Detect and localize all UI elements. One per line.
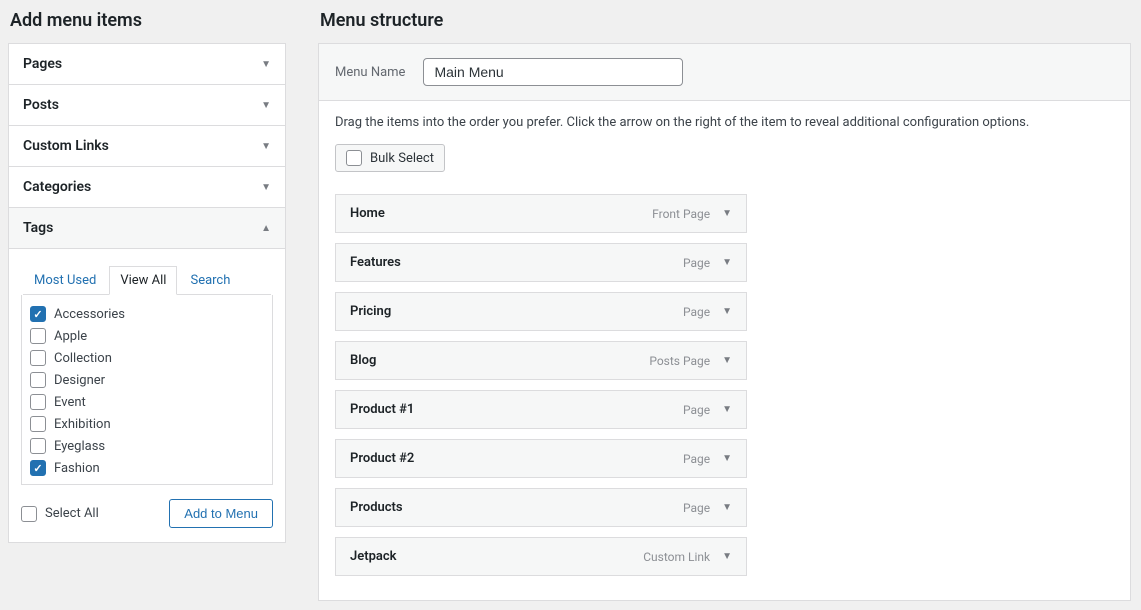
accordion-section-custom-links[interactable]: Custom Links ▼ [9, 126, 285, 166]
checkbox-icon [30, 394, 46, 410]
tag-label: Accessories [54, 307, 125, 322]
caret-down-icon: ▼ [261, 141, 271, 152]
tag-label: Event [54, 395, 86, 410]
tag-checkbox-item[interactable]: ✓ Fashion [28, 457, 266, 479]
checkbox-icon [30, 350, 46, 366]
caret-down-icon[interactable]: ▼ [722, 306, 732, 317]
menu-item-title: Products [350, 500, 403, 515]
menu-item-title: Jetpack [350, 549, 397, 564]
accordion-section-pages[interactable]: Pages ▼ [9, 44, 285, 84]
tag-checkbox-item[interactable]: Eyeglass [28, 435, 266, 457]
checkbox-icon [21, 506, 37, 522]
menu-item[interactable]: Features Page ▼ [335, 243, 747, 282]
caret-down-icon[interactable]: ▼ [722, 551, 732, 562]
accordion-label: Posts [23, 97, 59, 113]
checkbox-icon [346, 150, 362, 166]
add-menu-items-title: Add menu items [8, 10, 286, 31]
menu-item-type: Page [683, 501, 710, 515]
tag-label: Collection [54, 351, 112, 366]
menu-item[interactable]: Products Page ▼ [335, 488, 747, 527]
caret-down-icon: ▼ [261, 59, 271, 70]
menu-name-input[interactable] [423, 58, 683, 86]
tab-most-used[interactable]: Most Used [23, 266, 107, 295]
menu-item[interactable]: Pricing Page ▼ [335, 292, 747, 331]
menu-item[interactable]: Jetpack Custom Link ▼ [335, 537, 747, 576]
tag-checkbox-item[interactable]: ✓ Accessories [28, 303, 266, 325]
caret-up-icon: ▲ [261, 223, 271, 234]
menu-items-list: Home Front Page ▼ Features Page ▼ Pricing Page ▼… [335, 194, 747, 576]
menu-item-title: Blog [350, 353, 376, 368]
accordion-section-posts[interactable]: Posts ▼ [9, 85, 285, 125]
caret-down-icon[interactable]: ▼ [722, 257, 732, 268]
accordion-label: Custom Links [23, 138, 109, 154]
menu-structure-title: Menu structure [318, 10, 1131, 31]
accordion-label: Pages [23, 56, 62, 72]
menu-item-type: Custom Link [643, 550, 710, 564]
tag-label: Fashion [54, 461, 100, 476]
menu-item[interactable]: Blog Posts Page ▼ [335, 341, 747, 380]
tags-panel-body: Most Used View All Search ✓ Accessories Ap… [9, 248, 285, 542]
checkbox-icon [30, 328, 46, 344]
menu-item-title: Pricing [350, 304, 391, 319]
menu-item-title: Home [350, 206, 385, 221]
tag-checkbox-item[interactable]: Event [28, 391, 266, 413]
checkbox-checked-icon: ✓ [30, 460, 46, 476]
tag-label: Designer [54, 373, 105, 388]
tab-view-all[interactable]: View All [109, 266, 177, 295]
caret-down-icon: ▼ [261, 182, 271, 193]
tag-checkbox-item[interactable]: Exhibition [28, 413, 266, 435]
menu-item-type: Page [683, 256, 710, 270]
caret-down-icon[interactable]: ▼ [722, 502, 732, 513]
select-all-checkbox[interactable]: Select All [21, 506, 99, 522]
caret-down-icon[interactable]: ▼ [722, 355, 732, 366]
tags-tabs: Most Used View All Search [23, 265, 271, 295]
bulk-select-label: Bulk Select [370, 151, 434, 166]
caret-down-icon[interactable]: ▼ [722, 404, 732, 415]
menu-structure-panel: Menu Name Drag the items into the order … [318, 43, 1131, 601]
checkbox-icon [30, 438, 46, 454]
menu-item-type: Page [683, 305, 710, 319]
caret-down-icon[interactable]: ▼ [722, 453, 732, 464]
tag-label: Exhibition [54, 417, 111, 432]
menu-name-label: Menu Name [335, 65, 405, 80]
menu-item-type: Page [683, 452, 710, 466]
menu-item-title: Product #2 [350, 451, 414, 466]
menu-item[interactable]: Product #2 Page ▼ [335, 439, 747, 478]
menu-item[interactable]: Product #1 Page ▼ [335, 390, 747, 429]
tags-checklist[interactable]: ✓ Accessories Apple Collection Designer Event… [21, 295, 273, 485]
menu-item-type: Front Page [652, 207, 710, 221]
select-all-label: Select All [45, 506, 99, 521]
tag-label: Eyeglass [54, 439, 105, 454]
accordion: Pages ▼ Posts ▼ Custom Links ▼ Categorie… [8, 43, 286, 543]
caret-down-icon: ▼ [261, 100, 271, 111]
menu-item-type: Page [683, 403, 710, 417]
add-to-menu-button[interactable]: Add to Menu [169, 499, 273, 528]
tag-checkbox-item[interactable]: Designer [28, 369, 266, 391]
checkbox-icon [30, 372, 46, 388]
bulk-select-button[interactable]: Bulk Select [335, 144, 445, 172]
instructions-text: Drag the items into the order you prefer… [335, 115, 1114, 130]
accordion-label: Categories [23, 179, 91, 195]
tab-search[interactable]: Search [179, 266, 241, 295]
checkbox-checked-icon: ✓ [30, 306, 46, 322]
menu-item-title: Features [350, 255, 401, 270]
checkbox-icon [30, 416, 46, 432]
accordion-section-tags[interactable]: Tags ▲ [9, 208, 285, 248]
menu-item-type: Posts Page [649, 354, 710, 368]
tag-label: Apple [54, 329, 87, 344]
accordion-section-categories[interactable]: Categories ▼ [9, 167, 285, 207]
tag-checkbox-item[interactable]: Apple [28, 325, 266, 347]
menu-item[interactable]: Home Front Page ▼ [335, 194, 747, 233]
caret-down-icon[interactable]: ▼ [722, 208, 732, 219]
accordion-label: Tags [23, 220, 53, 236]
menu-item-title: Product #1 [350, 402, 414, 417]
tag-checkbox-item[interactable]: Collection [28, 347, 266, 369]
